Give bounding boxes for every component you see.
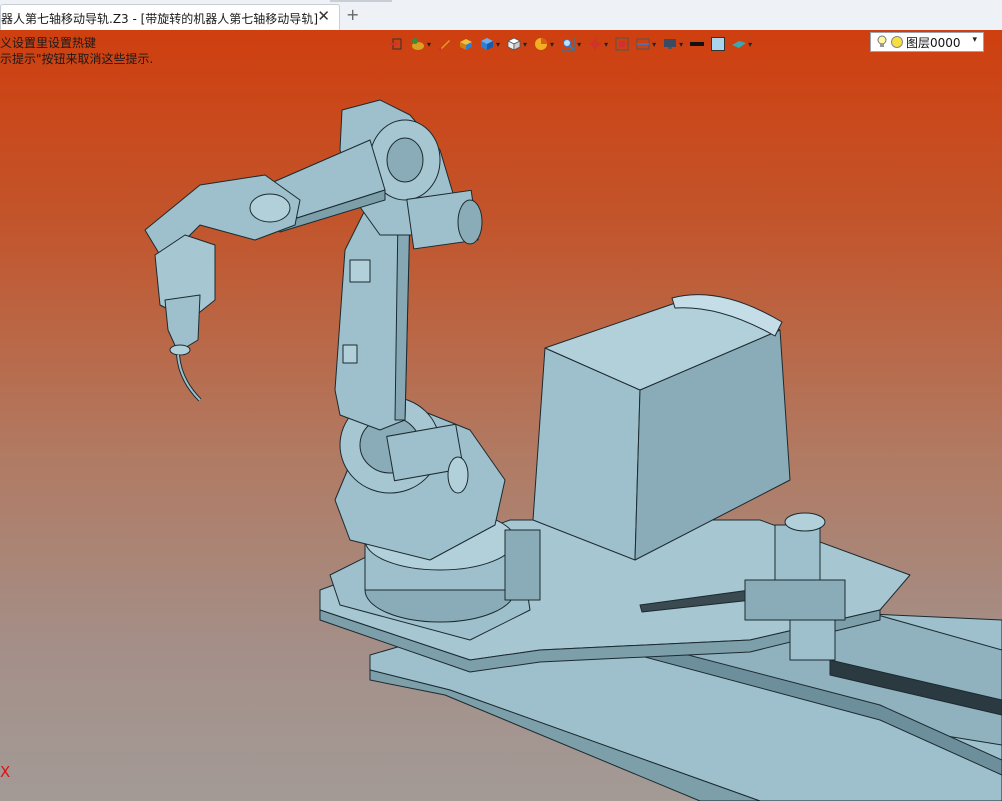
layer-circle-icon (891, 36, 903, 48)
lower-arm-port (342, 344, 358, 364)
chevron-down-icon: ▾ (427, 39, 432, 49)
cube-white-tool[interactable]: ▾ (507, 37, 527, 51)
tab-bar: 器人第七轴移动导轨.Z3 - [带旋转的机器人第七轴移动导轨] ✕ + (0, 0, 1002, 31)
chevron-down-icon: ▾ (496, 39, 501, 49)
line-black-icon (690, 42, 705, 46)
fit-view-icon (615, 37, 629, 51)
3d-viewport[interactable]: 义设置里设置热键 示提示"按钮来取消这些提示. X ▾ ▾ ▾ ▾ ▾ ▾ ▾ … (0, 30, 1002, 801)
chevron-down-icon: ▾ (577, 39, 582, 49)
zoom-icon (561, 37, 576, 51)
rotate-tool[interactable]: ▾ (588, 37, 608, 51)
close-icon[interactable]: ✕ (317, 7, 330, 25)
color-swatch-icon (711, 37, 726, 51)
view-toolbar: ▾ ▾ ▾ ▾ ▾ ▾ ▾ ▾ ▾ (390, 33, 759, 55)
exit-icon (390, 38, 402, 50)
plane-icon (732, 41, 747, 48)
zoom-tool[interactable]: ▾ (561, 37, 581, 51)
hint-text-line1: 义设置里设置热键 (0, 36, 97, 50)
pen-tool[interactable] (438, 37, 452, 51)
chevron-down-icon: ▾ (652, 39, 657, 49)
chevron-down-icon: ▾ (748, 39, 753, 49)
pie-icon (535, 38, 548, 50)
display-tool[interactable]: ▾ (663, 37, 683, 51)
tab-separator (330, 0, 392, 2)
section-tool[interactable]: ▾ (636, 37, 656, 51)
exit-tool[interactable] (390, 37, 404, 51)
tab-title: 器人第七轴移动导轨.Z3 - [带旋转的机器人第七轴移动导轨] (1, 12, 318, 26)
rail-gearbox (744, 579, 846, 621)
chevron-down-icon: ▾ (523, 39, 528, 49)
cube-blue-icon (481, 38, 494, 50)
chevron-down-icon[interactable]: ▾ (972, 35, 977, 45)
add-tab-button[interactable]: + (346, 5, 359, 24)
layer-dropdown[interactable]: 图层0000 ▾ (870, 32, 984, 52)
rotate-icon (589, 38, 602, 50)
layer-label: 图层0000 (906, 35, 961, 50)
rail-motor-upper-cap (784, 512, 826, 532)
robot-model-scene[interactable] (0, 30, 1002, 801)
lower-arm-plate (349, 259, 371, 283)
cube-white-icon (507, 37, 521, 51)
robot-base-motor (504, 529, 541, 601)
shaded-solid-icon (460, 39, 473, 50)
fit-view-tool[interactable] (615, 37, 629, 51)
rail-motor-upper (774, 524, 821, 581)
joint3-motor-cap (457, 199, 483, 245)
color-swatch-tool[interactable] (711, 37, 726, 51)
chevron-down-icon: ▾ (679, 39, 684, 49)
joint2-motor-cap (447, 456, 469, 494)
plane-tool[interactable]: ▾ (732, 37, 752, 51)
display-icon (664, 39, 677, 49)
hint-text-line2: 示提示"按钮来取消这些提示. (0, 52, 154, 66)
welding-torch-body (164, 294, 201, 353)
cube-blue-tool[interactable]: ▾ (480, 37, 500, 51)
chevron-down-icon: ▾ (604, 39, 609, 49)
elbow-joint-inner (386, 137, 424, 183)
line-style-tool[interactable] (690, 37, 705, 51)
bulb-icon (877, 35, 887, 47)
pen-icon (438, 40, 451, 51)
duck-tool[interactable]: ▾ (411, 37, 431, 51)
pie-tool[interactable]: ▾ (534, 37, 554, 51)
axis-x-label: X (0, 763, 11, 781)
wrist-hole (249, 193, 291, 223)
torch-nozzle (169, 344, 191, 356)
torch-cable (176, 354, 202, 402)
duck-icon (412, 38, 424, 50)
document-tab[interactable]: 器人第七轴移动导轨.Z3 - [带旋转的机器人第七轴移动导轨] ✕ (0, 4, 340, 30)
chevron-down-icon: ▾ (550, 39, 555, 49)
shaded-solid-tool[interactable] (459, 37, 473, 51)
section-icon (636, 38, 650, 50)
